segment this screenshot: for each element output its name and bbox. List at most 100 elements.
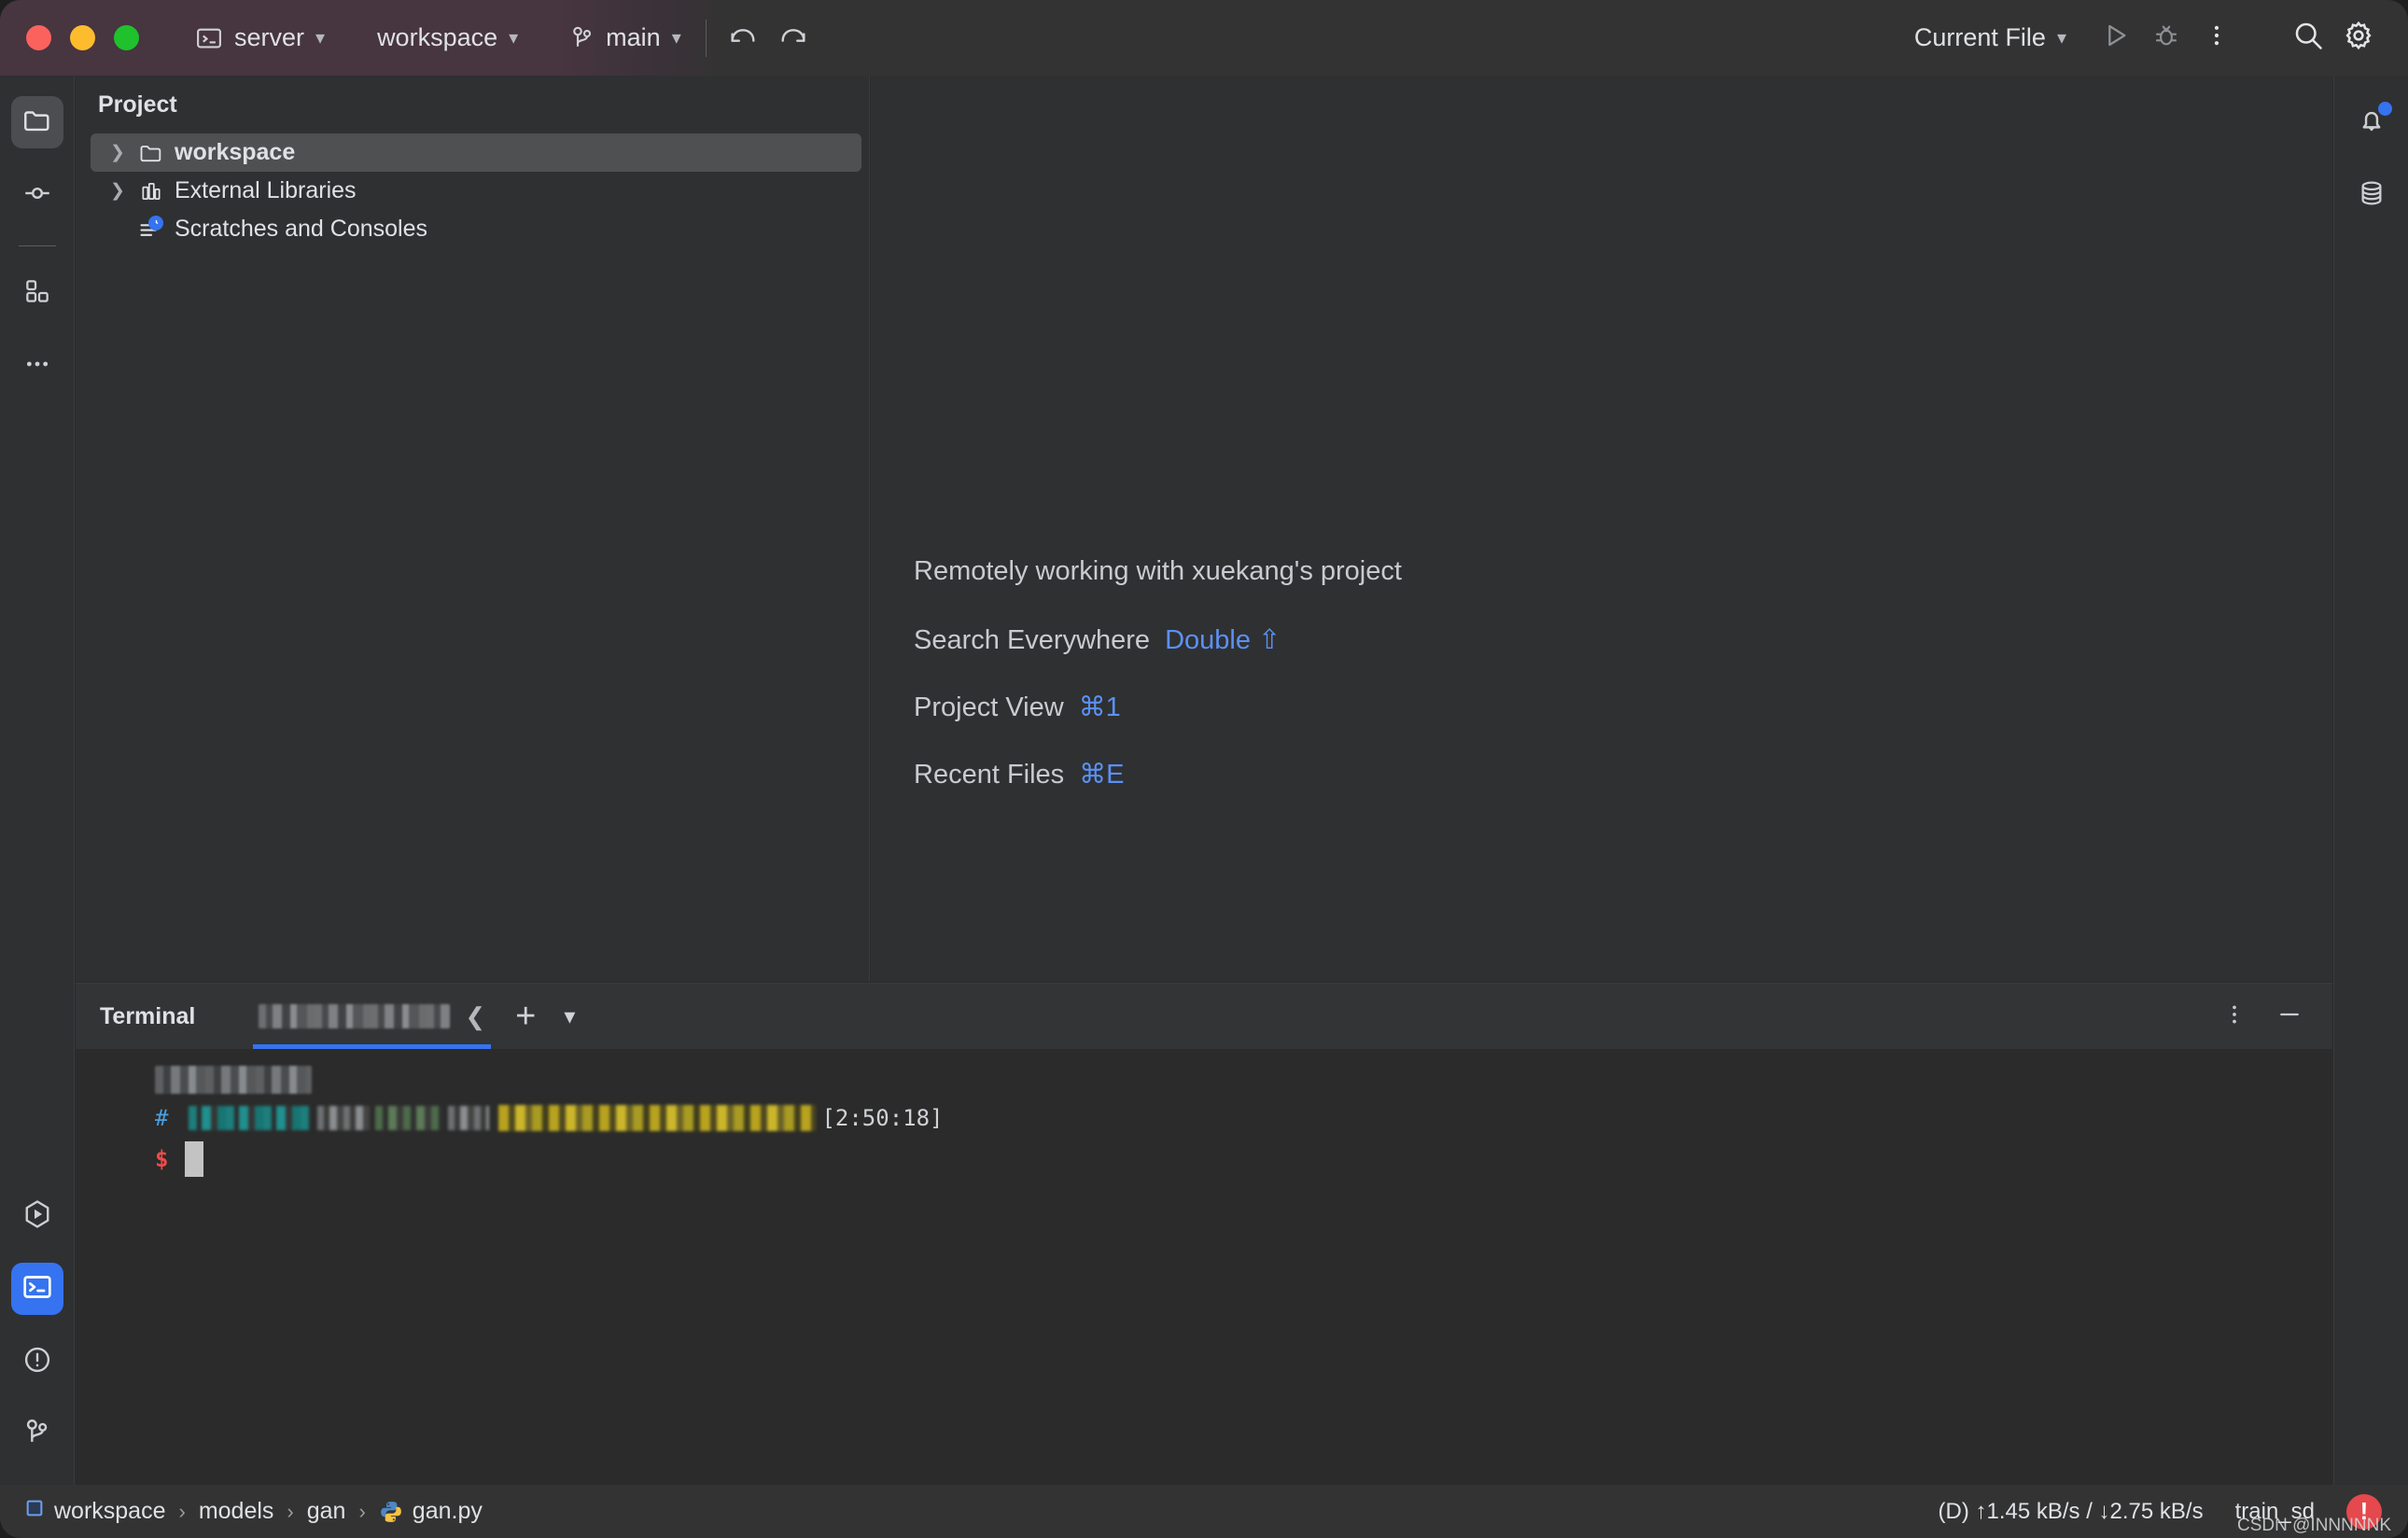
- branch-icon: [22, 1417, 52, 1453]
- run-configuration-selector[interactable]: Current File ▾: [1901, 13, 2079, 63]
- sidebar-item-version-control[interactable]: [11, 1408, 63, 1461]
- chevron-down-icon: ▾: [672, 26, 681, 49]
- page-title: Project: [76, 76, 869, 133]
- network-throughput-label[interactable]: (D) ↑1.45 kB/s / ↓2.75 kB/s: [1939, 1499, 2204, 1525]
- branch-selector[interactable]: main ▾: [557, 13, 694, 63]
- prompt-hash-symbol: #: [155, 1105, 168, 1131]
- close-window-button[interactable]: [26, 25, 51, 50]
- run-icon: [2101, 21, 2131, 55]
- chevron-right-icon[interactable]: ❯: [107, 142, 128, 163]
- more-vertical-icon[interactable]: [2222, 1000, 2247, 1033]
- terminal-output[interactable]: # [2:50:18] $: [76, 1049, 2332, 1485]
- run-hexagon-icon: [21, 1197, 54, 1236]
- undo-button[interactable]: [718, 13, 768, 63]
- terminal-prompt-line: # [2:50:18]: [76, 1098, 2332, 1139]
- run-configuration-label: Current File: [1914, 23, 2046, 52]
- shortcut-label: Search Everywhere: [914, 625, 1150, 656]
- more-actions-button[interactable]: [2191, 13, 2242, 63]
- title-bar: server ▾ workspace ▾ main ▾: [0, 0, 2408, 76]
- breadcrumb-label: workspace: [54, 1498, 166, 1525]
- terminal-command-obscured-gray: [317, 1106, 370, 1130]
- ide-window: server ▾ workspace ▾ main ▾: [0, 0, 2408, 1538]
- chevron-left-icon[interactable]: ❮: [465, 1002, 485, 1031]
- terminal-cursor: [185, 1141, 203, 1177]
- redo-button[interactable]: [768, 13, 819, 63]
- run-button[interactable]: [2091, 13, 2141, 63]
- terminal-command-obscured-gray2: [448, 1106, 489, 1130]
- tree-item-scratches-and-consoles[interactable]: Scratches and Consoles: [91, 210, 861, 248]
- search-button[interactable]: [2283, 13, 2333, 63]
- ellipsis-icon: [22, 349, 52, 384]
- welcome-headline: Remotely working with xuekang's project: [914, 556, 1402, 587]
- minimize-window-button[interactable]: [70, 25, 95, 50]
- sidebar-item-plugins[interactable]: [11, 267, 63, 319]
- debug-button[interactable]: [2141, 13, 2191, 63]
- sidebar-item-project[interactable]: [11, 96, 63, 148]
- commit-icon: [21, 177, 53, 214]
- project-selector[interactable]: workspace ▾: [364, 13, 531, 63]
- chevron-right-icon[interactable]: ❯: [107, 180, 128, 202]
- right-tool-rail: [2333, 76, 2408, 1485]
- sidebar-item-more[interactable]: [11, 340, 63, 392]
- settings-button[interactable]: [2333, 13, 2384, 63]
- remote-server-label: server: [234, 23, 304, 52]
- breadcrumb-item-models[interactable]: models: [199, 1498, 274, 1525]
- left-tool-rail: [0, 76, 75, 1485]
- redo-icon: [777, 20, 809, 56]
- terminal-panel-title: Terminal: [100, 1003, 195, 1030]
- terminal-command-obscured-green: [375, 1106, 442, 1130]
- breadcrumb-item-workspace[interactable]: workspace: [24, 1498, 166, 1525]
- shortcut-keys: Double ⇧: [1165, 623, 1281, 656]
- breadcrumb-item-gan[interactable]: gan: [307, 1498, 346, 1525]
- database-icon: [2356, 177, 2387, 214]
- gear-icon: [2342, 19, 2375, 57]
- search-icon: [2291, 19, 2325, 57]
- sidebar-item-commit[interactable]: [11, 169, 63, 221]
- terminal-output-obscured: [155, 1066, 312, 1094]
- tree-item-external-libraries[interactable]: ❯ External Libraries: [91, 172, 861, 210]
- scratches-icon: [137, 216, 165, 244]
- terminal-tab-bar: Terminal ❮ + ▾: [76, 984, 2332, 1049]
- prompt-dollar-symbol: $: [155, 1146, 168, 1172]
- breadcrumb-separator: ›: [287, 1500, 293, 1524]
- plus-icon[interactable]: +: [515, 999, 536, 1034]
- shortcut-label: Project View: [914, 692, 1064, 723]
- tree-item-label: workspace: [175, 139, 295, 166]
- sidebar-item-terminal[interactable]: [11, 1263, 63, 1315]
- terminal-timestamp: [2:50:18]: [821, 1105, 943, 1131]
- tree-item-label: Scratches and Consoles: [175, 216, 427, 243]
- database-button[interactable]: [2345, 169, 2398, 221]
- status-bar: workspace › models › gan › gan.py: [0, 1485, 2408, 1538]
- branch-icon: [570, 24, 595, 52]
- minimize-icon[interactable]: [2275, 1000, 2304, 1033]
- breadcrumb: workspace › models › gan › gan.py: [24, 1498, 483, 1525]
- maximize-window-button[interactable]: [114, 25, 139, 50]
- terminal-session-tab-label-obscured: [259, 1004, 450, 1028]
- breadcrumb-separator: ›: [179, 1500, 186, 1524]
- breadcrumb-item-gan-py[interactable]: gan.py: [379, 1498, 483, 1525]
- undo-icon: [727, 20, 759, 56]
- library-icon: [137, 177, 165, 205]
- chevron-down-icon: ▾: [315, 26, 325, 49]
- sidebar-item-problems[interactable]: [11, 1335, 63, 1388]
- notifications-button[interactable]: [2345, 96, 2398, 148]
- terminal-session-tab[interactable]: ❮: [253, 984, 491, 1049]
- welcome-panel: Remotely working with xuekang's project …: [914, 556, 1402, 825]
- terminal-input-line[interactable]: $: [76, 1139, 2332, 1180]
- editor-empty-state: Remotely working with xuekang's project …: [871, 76, 2332, 982]
- remote-server-selector[interactable]: server ▾: [182, 13, 338, 63]
- terminal-icon: [21, 1271, 53, 1307]
- breadcrumb-separator: ›: [358, 1500, 365, 1524]
- python-icon: [379, 1500, 403, 1524]
- terminal-remote-icon: [195, 24, 223, 52]
- chevron-down-icon[interactable]: ▾: [564, 1003, 575, 1030]
- watermark: CSDN @INNNNNK: [2237, 1516, 2391, 1536]
- warning-circle-icon: [21, 1344, 53, 1380]
- shortcut-keys: ⌘E: [1079, 758, 1124, 790]
- shortcut-row-project-view: Project View ⌘1: [914, 691, 1402, 758]
- sidebar-item-services[interactable]: [11, 1190, 63, 1242]
- more-vertical-icon: [2204, 22, 2230, 53]
- chevron-down-icon: ▾: [2057, 26, 2066, 49]
- tree-item-workspace[interactable]: ❯ workspace: [91, 133, 861, 172]
- chevron-down-icon: ▾: [509, 26, 518, 49]
